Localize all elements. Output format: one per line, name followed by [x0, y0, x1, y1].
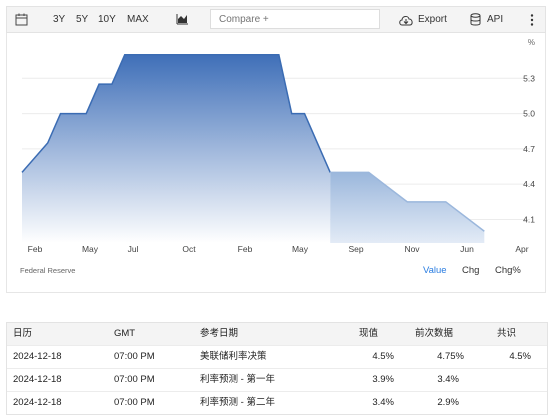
row-date: 2024-12-18	[13, 397, 62, 408]
chart-type-icon[interactable]	[176, 13, 189, 28]
forecast-area	[330, 172, 485, 243]
chart-source[interactable]: Federal Reserve	[20, 266, 75, 275]
header-actual: 现值	[359, 328, 379, 339]
table-row[interactable]: 2024-12-18 07:00 PM 利率预测 - 第一年 3.9% 3.4%	[7, 368, 547, 391]
y-tick-label: 4.1	[523, 214, 535, 224]
header-time: GMT	[114, 328, 136, 339]
chg-pct-switch[interactable]: Chg%	[495, 265, 521, 276]
database-icon[interactable]	[470, 13, 481, 29]
table-header-row: 日历 GMT 参考日期 现值 前次数据 共识	[7, 323, 547, 345]
row-actual: 3.4%	[372, 397, 394, 408]
row-time: 07:00 PM	[114, 374, 155, 385]
range-max-button[interactable]: MAX	[127, 7, 149, 32]
x-tick-label: Apr	[515, 244, 528, 254]
row-date: 2024-12-18	[13, 374, 62, 385]
y-unit-label: %	[528, 38, 535, 47]
row-reference[interactable]: 利率预测 - 第一年	[200, 369, 275, 391]
calendar-icon[interactable]	[15, 13, 28, 29]
row-reference[interactable]: 利率预测 - 第二年	[200, 392, 275, 414]
value-switch[interactable]: Value	[423, 265, 447, 276]
chg-switch[interactable]: Chg	[462, 265, 479, 276]
row-previous: 3.4%	[437, 374, 459, 385]
y-tick-label: 5.0	[523, 109, 535, 119]
row-reference[interactable]: 美联储利率决策	[200, 346, 267, 368]
x-tick-label: Jul	[128, 244, 139, 254]
x-tick-label: Jun	[460, 244, 474, 254]
x-tick-label: Feb	[28, 244, 43, 254]
header-consensus: 共识	[497, 328, 517, 339]
chart-toolbar: 3Y 5Y 10Y MAX Export API	[6, 6, 546, 33]
more-vertical-icon[interactable]	[530, 14, 534, 29]
export-button[interactable]: Export	[418, 7, 447, 32]
header-date: 日历	[13, 328, 33, 339]
range-3y-button[interactable]: 3Y	[53, 7, 65, 32]
interest-rate-chart: % 5.3 5.0 4.7 4.4 4.1 Feb May Jul Oct Feb May Sep N…	[21, 38, 535, 254]
row-actual: 3.9%	[372, 374, 394, 385]
compare-input[interactable]	[210, 9, 380, 29]
table-row[interactable]: 2024-12-18 07:00 PM 利率预测 - 第二年 3.4% 2.9%	[7, 391, 547, 414]
cloud-download-icon[interactable]	[398, 14, 414, 29]
x-tick-label: Feb	[238, 244, 253, 254]
y-tick-label: 5.3	[523, 73, 535, 83]
header-previous: 前次数据	[415, 328, 454, 339]
api-button[interactable]: API	[487, 7, 503, 32]
x-tick-label: Oct	[182, 244, 196, 254]
header-reference: 参考日期	[200, 328, 239, 339]
y-tick-label: 4.4	[523, 179, 535, 189]
row-date: 2024-12-18	[13, 351, 62, 362]
range-10y-button[interactable]: 10Y	[98, 7, 116, 32]
row-previous: 4.75%	[437, 351, 464, 362]
series-area	[22, 54, 331, 243]
row-time: 07:00 PM	[114, 397, 155, 408]
range-5y-button[interactable]: 5Y	[76, 7, 88, 32]
calendar-table: 日历 GMT 参考日期 现值 前次数据 共识 2024-12-18 07:00 …	[6, 322, 548, 415]
row-actual: 4.5%	[372, 351, 394, 362]
y-tick-label: 4.7	[523, 144, 535, 154]
x-tick-label: Nov	[404, 244, 420, 254]
row-consensus: 4.5%	[509, 351, 531, 362]
x-tick-label: Sep	[348, 244, 363, 254]
x-tick-label: May	[82, 244, 99, 254]
table-row[interactable]: 2024-12-18 07:00 PM 美联储利率决策 4.5% 4.75% 4…	[7, 345, 547, 368]
row-previous: 2.9%	[437, 397, 459, 408]
x-tick-label: May	[292, 244, 309, 254]
row-time: 07:00 PM	[114, 351, 155, 362]
